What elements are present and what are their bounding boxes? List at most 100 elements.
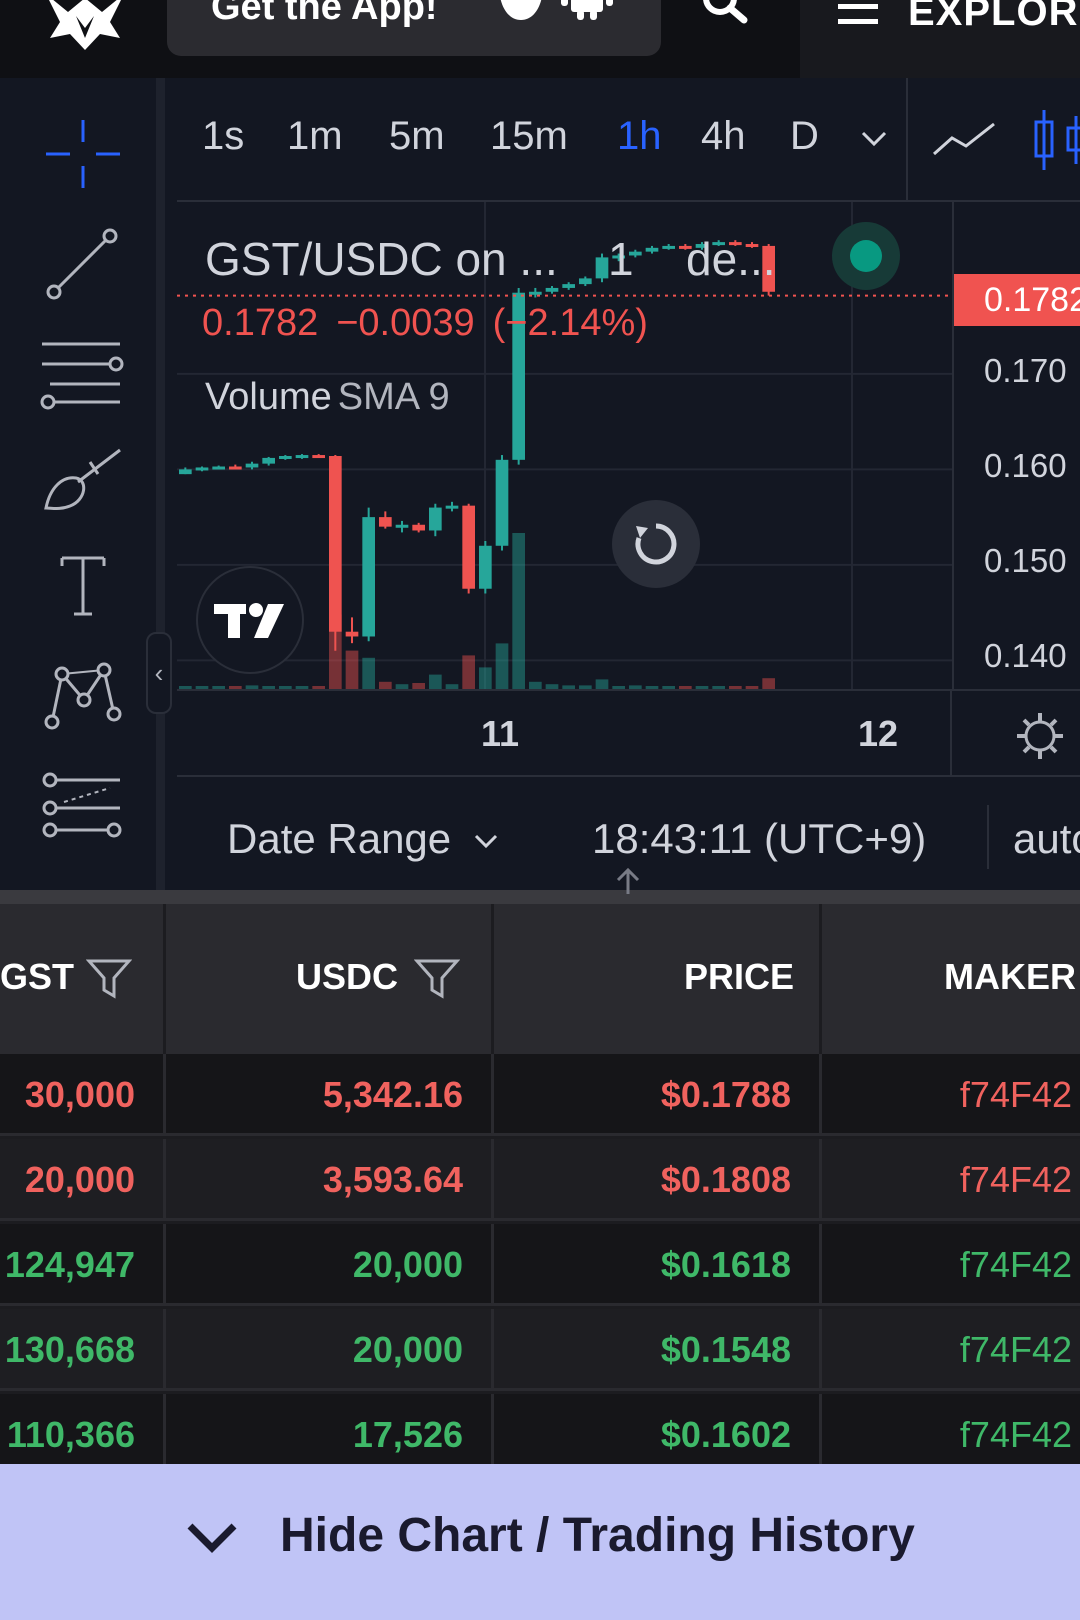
timeframe-dropdown-icon[interactable]: [860, 130, 888, 148]
trend-line-tool-icon[interactable]: [40, 224, 126, 304]
candle-body: [212, 466, 225, 470]
cell-maker[interactable]: f74F42: [822, 1054, 1080, 1136]
candle-body: [662, 245, 675, 249]
fib-retracement-tool-icon[interactable]: [40, 334, 126, 414]
cell-gst: 20,000: [0, 1139, 166, 1221]
prediction-tool-icon[interactable]: [40, 768, 126, 848]
time-axis-label: 12: [858, 713, 899, 754]
timeframe-5m[interactable]: 5m: [389, 114, 445, 159]
cell-gst: 110,366: [0, 1394, 166, 1464]
candle-body: [445, 505, 459, 509]
cell-usdc: 5,342.16: [166, 1054, 494, 1136]
timeframe-1h[interactable]: 1h: [617, 114, 662, 159]
cell-maker[interactable]: f74F42: [822, 1394, 1080, 1464]
candle-body: [262, 457, 275, 464]
candle-body: [545, 287, 559, 292]
top-nav-bar: Get the App! EXPLORE: [0, 0, 1080, 78]
timeframe-d[interactable]: D: [790, 114, 819, 159]
cell-price: $0.1618: [494, 1224, 822, 1306]
reset-chart-button[interactable]: [612, 500, 700, 588]
crosshair-tool-icon[interactable]: [40, 116, 126, 196]
legend-price-row: 0.1782 −0.0039 (−2.14%): [202, 302, 666, 345]
column-header-gst[interactable]: GST: [0, 904, 166, 1054]
table-row[interactable]: 130,668 20,000 $0.1548 f74F42: [0, 1309, 1080, 1391]
candle-body: [395, 524, 409, 528]
column-header-usdc[interactable]: USDC: [166, 904, 494, 1054]
filter-icon[interactable]: [86, 958, 132, 1000]
candle-body: [329, 456, 342, 632]
timeframe-bar: 1s 1m 5m 15m 1h 4h D: [177, 78, 1080, 202]
cell-price: $0.1602: [494, 1394, 822, 1464]
collapse-toolbar-button[interactable]: ‹: [146, 632, 172, 714]
market-open-dot-icon: [850, 240, 882, 272]
apple-icon[interactable]: [497, 0, 545, 20]
candle-body: [412, 524, 425, 531]
volume-bar: [345, 650, 359, 689]
time-axis[interactable]: 11 12: [177, 689, 1080, 777]
market-status-indicator[interactable]: [832, 222, 900, 290]
candle-body: [562, 284, 575, 288]
hamburger-menu-icon[interactable]: [838, 4, 878, 26]
legend-symbol[interactable]: GST/USDC on ...: [205, 232, 558, 286]
column-header-maker[interactable]: MAKER: [822, 904, 1080, 1054]
table-row[interactable]: 124,947 20,000 $0.1618 f74F42: [0, 1224, 1080, 1306]
date-range-dropdown-icon[interactable]: [473, 833, 499, 849]
line-chart-type-icon[interactable]: [932, 120, 996, 160]
price-scale[interactable]: 0.170 0.160 0.150 0.140 0.1782: [952, 202, 1080, 689]
get-the-app-banner[interactable]: Get the App!: [167, 0, 661, 56]
android-icon[interactable]: [561, 0, 613, 20]
brand-logo-icon[interactable]: [40, 0, 130, 54]
brush-tool-icon[interactable]: [40, 440, 126, 520]
volume-bar: [462, 655, 475, 689]
legend-last-price: 0.1782: [202, 302, 319, 344]
pattern-tool-icon[interactable]: [40, 656, 126, 736]
candle-body: [462, 505, 475, 589]
explore-menu[interactable]: EXPLORE: [800, 0, 1080, 78]
filter-icon[interactable]: [414, 958, 460, 1000]
volume-bar: [529, 681, 542, 689]
time-axis-separator: [950, 691, 952, 777]
candle-body: [229, 466, 242, 470]
volume-bar: [479, 667, 492, 689]
timeframe-1s[interactable]: 1s: [202, 114, 244, 159]
panel-resize-handle[interactable]: [0, 890, 1080, 904]
column-header-label: MAKER: [944, 956, 1076, 997]
refresh-icon: [635, 523, 677, 565]
candle-body: [279, 456, 292, 460]
table-row[interactable]: 110,366 17,526 $0.1602 f74F42: [0, 1394, 1080, 1464]
drawing-toolbar: [0, 78, 165, 890]
time-axis-label: 11: [481, 713, 520, 754]
hide-chart-toggle[interactable]: Hide Chart / Trading History: [0, 1464, 1080, 1620]
timeframe-15m[interactable]: 15m: [490, 114, 568, 159]
legend-volume-row[interactable]: Volume SMA 9: [205, 376, 450, 419]
candle-body: [345, 631, 359, 637]
date-range-button[interactable]: Date Range: [227, 815, 451, 863]
timeframe-4h[interactable]: 4h: [701, 114, 746, 159]
tradingview-logo[interactable]: [196, 566, 304, 674]
legend-change-pct: (−2.14%): [492, 302, 648, 344]
timezone-clock[interactable]: 18:43:11 (UTC+9): [592, 815, 926, 863]
candle-body: [645, 247, 659, 252]
volume-bar: [362, 657, 375, 689]
table-row[interactable]: 30,000 5,342.16 $0.1788 f74F42: [0, 1054, 1080, 1136]
candle-body: [362, 517, 375, 637]
column-header-label: PRICE: [684, 956, 795, 997]
cell-maker[interactable]: f74F42: [822, 1309, 1080, 1391]
cell-gst: 30,000: [0, 1054, 166, 1136]
auto-scale-toggle[interactable]: auto: [1013, 815, 1080, 863]
cell-maker[interactable]: f74F42: [822, 1139, 1080, 1221]
volume-bar: [595, 679, 609, 689]
candlestick-chart-type-icon[interactable]: [1032, 108, 1080, 172]
column-header-price[interactable]: PRICE: [494, 904, 822, 1054]
cell-usdc: 20,000: [166, 1224, 494, 1306]
cell-usdc: 3,593.64: [166, 1139, 494, 1221]
cell-maker[interactable]: f74F42: [822, 1224, 1080, 1306]
gear-icon[interactable]: [1015, 711, 1065, 761]
text-tool-icon[interactable]: [40, 548, 126, 628]
candle-body: [195, 467, 209, 471]
table-row[interactable]: 20,000 3,593.64 $0.1808 f74F42: [0, 1139, 1080, 1221]
price-tick: 0.170: [984, 352, 1067, 389]
timeframe-1m[interactable]: 1m: [287, 114, 343, 159]
tradingview-logo-icon: [214, 603, 284, 638]
search-icon[interactable]: [700, 0, 748, 26]
